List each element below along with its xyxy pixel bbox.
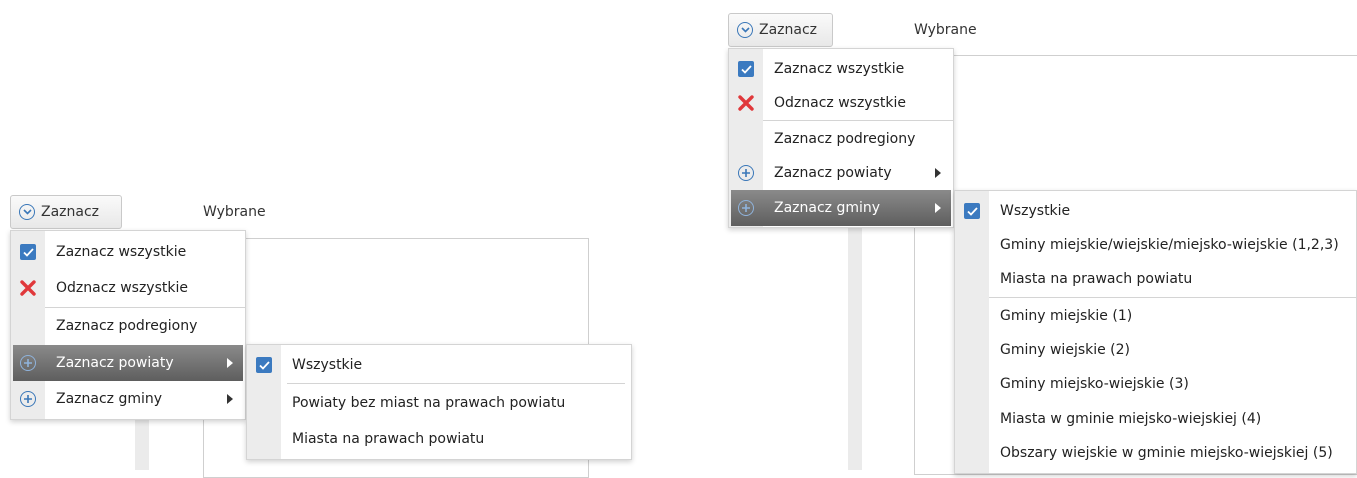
checkbox-checked-icon [964, 203, 980, 219]
menu-item-label: Zaznacz gminy [774, 200, 881, 216]
menu-item-select-counties[interactable]: Zaznacz powiaty [13, 345, 243, 381]
submenu-item-counties-without-cities[interactable]: Powiaty bez miast na prawach powiatu [247, 385, 631, 421]
submenu-item-label: Gminy wiejskie (2) [1000, 342, 1131, 358]
submenu-arrow-icon [227, 358, 233, 368]
submenu-arrow-icon [935, 203, 941, 213]
submenu-item-all[interactable]: Wszystkie [247, 347, 631, 383]
left-select-button-label: Zaznacz [41, 204, 100, 220]
plus-circle-icon [738, 200, 754, 216]
menu-item-label: Odznacz wszystkie [774, 95, 906, 111]
submenu-item-label: Miasta na prawach powiatu [292, 431, 485, 447]
menu-item-select-communes[interactable]: Zaznacz gminy [731, 190, 951, 226]
menu-item-select-counties[interactable]: Zaznacz powiaty [729, 155, 953, 191]
submenu-arrow-icon [227, 394, 233, 404]
submenu-item-rural[interactable]: Gminy wiejskie (2) [955, 332, 1356, 368]
menu-item-select-communes[interactable]: Zaznacz gminy [11, 381, 245, 417]
right-select-button-label: Zaznacz [759, 22, 818, 38]
plus-circle-icon [738, 165, 754, 181]
close-icon [729, 85, 763, 121]
menu-item-select-subregions[interactable]: Zaznacz podregiony [11, 308, 245, 344]
submenu-item-cities-with-county-rights[interactable]: Miasta na prawach powiatu [955, 261, 1356, 297]
menu-item-label: Zaznacz wszystkie [56, 244, 187, 260]
submenu-item-label: Obszary wiejskie w gminie miejsko-wiejsk… [1000, 445, 1333, 461]
submenu-item-rural-areas-in-urban-rural[interactable]: Obszary wiejskie w gminie miejsko-wiejsk… [955, 435, 1356, 471]
plus-circle-icon [20, 391, 36, 407]
right-communes-submenu: Wszystkie Gminy miejskie/wiejskie/miejsk… [954, 190, 1357, 474]
menu-item-select-all[interactable]: Zaznacz wszystkie [729, 51, 953, 87]
submenu-item-towns-in-urban-rural[interactable]: Miasta w gminie miejsko-wiejskiej (4) [955, 401, 1356, 437]
submenu-item-label: Miasta w gminie miejsko-wiejskiej (4) [1000, 411, 1262, 427]
left-select-button[interactable]: Zaznacz [10, 195, 122, 229]
checkbox-checked-icon [256, 357, 272, 373]
submenu-item-urban-rural-mixed[interactable]: Gminy miejskie/wiejskie/miejsko-wiejskie… [955, 227, 1356, 263]
submenu-item-label: Gminy miejskie/wiejskie/miejsko-wiejskie… [1000, 237, 1339, 253]
close-icon [11, 270, 45, 306]
chevron-down-circle-icon [19, 204, 35, 220]
submenu-item-all[interactable]: Wszystkie [955, 193, 1356, 229]
menu-item-label: Zaznacz powiaty [56, 355, 174, 371]
left-selected-header: Wybrane [203, 204, 266, 220]
submenu-item-urban-rural[interactable]: Gminy miejsko-wiejskie (3) [955, 366, 1356, 402]
menu-item-label: Zaznacz wszystkie [774, 61, 905, 77]
right-selected-header: Wybrane [914, 22, 977, 38]
menu-item-label: Zaznacz podregiony [56, 318, 198, 334]
right-select-button[interactable]: Zaznacz [728, 13, 833, 47]
submenu-item-urban[interactable]: Gminy miejskie (1) [955, 298, 1356, 334]
plus-circle-icon [20, 355, 36, 371]
submenu-arrow-icon [935, 168, 941, 178]
left-counties-submenu: Wszystkie Powiaty bez miast na prawach p… [246, 344, 632, 460]
submenu-item-label: Gminy miejskie (1) [1000, 308, 1133, 324]
submenu-item-label: Wszystkie [292, 357, 363, 373]
submenu-item-label: Wszystkie [1000, 203, 1071, 219]
submenu-item-label: Gminy miejsko-wiejskie (3) [1000, 376, 1189, 392]
menu-item-deselect-all[interactable]: Odznacz wszystkie [11, 270, 245, 306]
menu-item-deselect-all[interactable]: Odznacz wszystkie [729, 85, 953, 121]
submenu-item-label: Miasta na prawach powiatu [1000, 271, 1193, 287]
checkbox-checked-icon [738, 61, 754, 77]
menu-item-label: Zaznacz podregiony [774, 131, 916, 147]
checkbox-checked-icon [20, 244, 36, 260]
submenu-item-label: Powiaty bez miast na prawach powiatu [292, 395, 566, 411]
menu-item-select-all[interactable]: Zaznacz wszystkie [11, 234, 245, 270]
menu-item-select-subregions[interactable]: Zaznacz podregiony [729, 121, 953, 157]
right-select-menu: Zaznacz wszystkie Odznacz wszystkie Zazn… [728, 48, 954, 228]
submenu-item-cities-with-county-rights[interactable]: Miasta na prawach powiatu [247, 421, 631, 457]
chevron-down-circle-icon [737, 22, 753, 38]
menu-separator [287, 383, 625, 384]
menu-item-label: Zaznacz powiaty [774, 165, 892, 181]
menu-item-label: Zaznacz gminy [56, 391, 163, 407]
left-select-menu: Zaznacz wszystkie Odznacz wszystkie Zazn… [10, 230, 246, 420]
menu-item-label: Odznacz wszystkie [56, 280, 188, 296]
